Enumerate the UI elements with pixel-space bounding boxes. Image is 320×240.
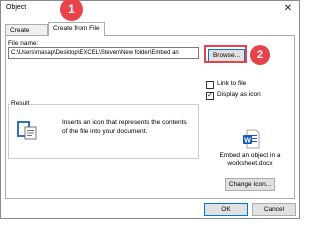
- change-icon-button[interactable]: Change Icon...: [225, 178, 275, 191]
- display-as-icon-checkbox[interactable]: ✓: [206, 92, 214, 100]
- result-description: Inserts an icon that represents the cont…: [62, 119, 187, 135]
- embed-icon-preview-icon: [16, 118, 38, 140]
- browse-highlight-box: [204, 45, 247, 63]
- dialog-title: Object: [6, 4, 27, 11]
- display-as-icon-label: Display as icon: [217, 91, 261, 98]
- link-to-file-row[interactable]: Link to file: [206, 80, 286, 90]
- icon-caption: Embed an object in a worksheet.docx: [219, 152, 281, 167]
- link-to-file-checkbox[interactable]: [206, 81, 214, 89]
- file-name-label: File name:: [8, 40, 39, 47]
- step-marker-2: 2: [250, 45, 270, 65]
- title-bar: Object ✕: [1, 1, 299, 16]
- result-title: Result: [10, 100, 31, 107]
- close-button[interactable]: ✕: [281, 2, 295, 15]
- ok-button[interactable]: OK: [204, 203, 248, 216]
- tab-create-new[interactable]: Create New: [5, 24, 48, 46]
- object-dialog: Object ✕ Create New Create from File Fil…: [0, 0, 300, 219]
- word-document-icon: W: [242, 129, 260, 149]
- tab-create-from-file[interactable]: Create from File: [48, 22, 105, 36]
- svg-text:W: W: [244, 137, 251, 144]
- file-name-input[interactable]: C:\Users\masap\Desktop\EXCEL\Steven\New …: [8, 47, 199, 59]
- display-as-icon-row[interactable]: ✓ Display as icon: [206, 91, 286, 101]
- link-to-file-label: Link to file: [217, 80, 247, 87]
- cancel-button[interactable]: Cancel: [252, 203, 296, 216]
